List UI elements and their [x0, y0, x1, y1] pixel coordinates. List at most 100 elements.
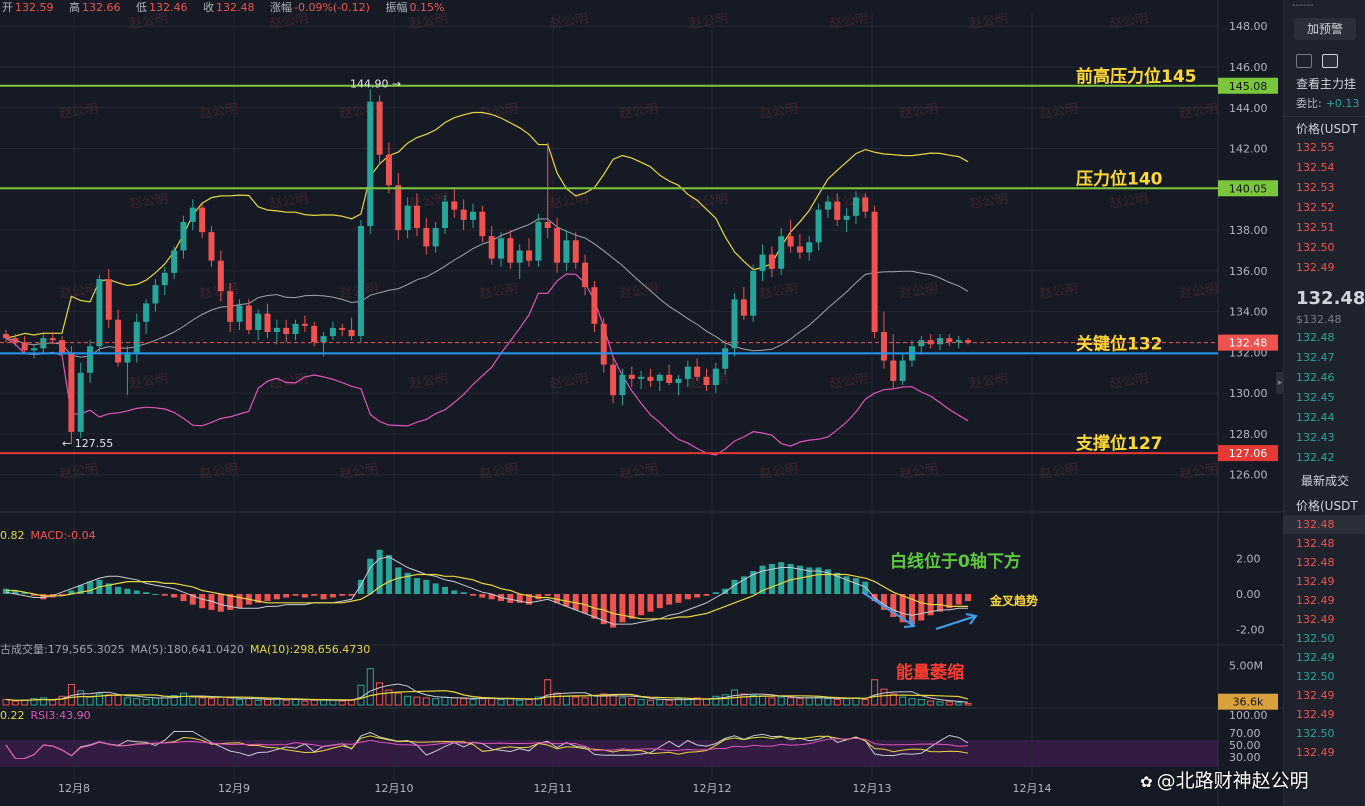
candle-body — [750, 270, 757, 316]
low-value: 132.46 — [149, 1, 188, 14]
candle-body — [3, 334, 9, 339]
y-tick-label: 138.00 — [1229, 224, 1268, 237]
candle-body — [105, 279, 112, 320]
y-tick-label: 130.00 — [1229, 387, 1268, 400]
macd-histogram-bar — [712, 592, 719, 594]
candle-body — [49, 338, 56, 341]
bid-price-row[interactable]: 132.45 — [1284, 388, 1365, 408]
macd-histogram-bar — [591, 594, 598, 619]
bid-price-row[interactable]: 132.48 — [1284, 328, 1365, 348]
candle-body — [516, 250, 523, 263]
candle-body — [619, 374, 626, 396]
candle-body — [937, 338, 943, 345]
high-extreme-label: 144.90 → — [350, 77, 401, 90]
low-extreme-label: ← 127.55 — [62, 437, 113, 450]
macd-histogram-bar — [955, 594, 962, 605]
trade-row: 132.49 — [1296, 575, 1335, 588]
candle-body — [498, 238, 505, 259]
candle-body — [68, 352, 75, 432]
candle-body — [292, 323, 299, 335]
ask-price-row[interactable]: 132.55 — [1284, 138, 1365, 158]
ask-price-row[interactable]: 132.49 — [1284, 258, 1365, 278]
macd-tick-label: -2.00 — [1236, 623, 1264, 636]
candle-body — [395, 185, 402, 231]
ask-price-row[interactable]: 132.51 — [1284, 218, 1365, 238]
candle-body — [143, 303, 150, 322]
candle-body — [703, 376, 710, 385]
rsi-value-a: 0.22 — [0, 709, 25, 722]
candle-body — [339, 327, 346, 330]
bid-price-row[interactable]: 132.42 — [1284, 448, 1365, 468]
price-tag-label: 132.48 — [1229, 337, 1268, 350]
ask-price-row[interactable]: 132.53 — [1284, 178, 1365, 198]
price-tag-label: 145.08 — [1229, 80, 1268, 93]
macd-tick-label: 0.00 — [1236, 588, 1261, 601]
candle-body — [87, 346, 94, 373]
candle-body — [815, 209, 822, 243]
macd-histogram-bar — [395, 567, 402, 594]
ask-price-row[interactable]: 132.52 — [1284, 198, 1365, 218]
trade-row: 132.50 — [1296, 670, 1335, 683]
ask-price-row[interactable]: 132.54 — [1284, 158, 1365, 178]
macd-histogram-bar — [283, 594, 290, 598]
view-depth-link[interactable]: 查看主力挂 — [1284, 76, 1365, 93]
candle-body — [554, 228, 561, 263]
bid-price-row[interactable]: 132.46 — [1284, 368, 1365, 388]
bid-price-row[interactable]: 132.44 — [1284, 408, 1365, 428]
volume-tag-label: 36.6k — [1233, 696, 1264, 709]
macd-histogram-bar — [385, 555, 392, 594]
candle-body — [740, 299, 747, 316]
macd-histogram-bar — [311, 594, 318, 596]
ask-price-row[interactable]: 132.50 — [1284, 238, 1365, 258]
candle-body — [180, 221, 187, 251]
trade-row: 132.48 — [1296, 537, 1335, 550]
candle-body — [824, 201, 831, 210]
candle-body — [432, 228, 439, 247]
macd-annotation: 白线位于0轴下方 — [890, 551, 1021, 572]
candle-body — [582, 262, 589, 288]
macd-histogram-bar — [638, 594, 645, 616]
candle-body — [273, 327, 280, 332]
macd-legend: 0.82 MACD:-0.04 — [0, 529, 102, 542]
candle-body — [507, 238, 514, 263]
candle-body — [628, 374, 635, 379]
candle-body — [759, 254, 766, 271]
macd-histogram-bar — [544, 594, 551, 596]
trade-row: 132.49 — [1296, 594, 1335, 607]
y-tick-label: 144.00 — [1229, 102, 1268, 115]
bid-price-row[interactable]: 132.43 — [1284, 428, 1365, 448]
trade-row: 132.48 — [1284, 515, 1365, 534]
candle-body — [563, 240, 570, 263]
orderbook-layout-selected-icon[interactable] — [1322, 54, 1338, 68]
panel-dashes: ------ — [1292, 0, 1314, 11]
candle-body — [385, 154, 392, 186]
macd-histogram-bar — [133, 590, 140, 594]
platform-logo-icon: ✿ — [1140, 773, 1153, 791]
volume-value: 古成交量:179,565.3025 — [0, 643, 125, 656]
bid-ask-ratio: 委比: +0.13 — [1296, 97, 1360, 110]
bid-price-row[interactable]: 132.47 — [1284, 348, 1365, 368]
recent-trades-title[interactable]: 最新成交 — [1284, 468, 1365, 494]
macd-histogram-bar — [339, 594, 346, 596]
change-value: -0.09%(-0.12) — [294, 1, 370, 14]
add-alert-button[interactable]: 加预警 — [1294, 18, 1356, 40]
x-tick-label: 12月10 — [375, 782, 414, 795]
candle-body — [152, 285, 159, 304]
candle-body — [684, 366, 691, 379]
candle-body — [526, 250, 533, 261]
candle-body — [245, 305, 252, 330]
macd-histogram-bar — [675, 594, 682, 603]
y-tick-label: 146.00 — [1229, 61, 1268, 74]
candle-body — [255, 313, 262, 330]
orderbook-layout-icon[interactable] — [1296, 54, 1312, 68]
macd-histogram-bar — [115, 586, 122, 594]
candle-body — [768, 254, 775, 269]
amplitude-value: 0.15% — [409, 1, 445, 14]
macd-histogram-bar — [124, 588, 131, 594]
candle-body — [638, 376, 645, 379]
chart-canvas[interactable]: 148.00146.00144.00142.00140.00138.00136.… — [0, 0, 1283, 806]
macd-histogram-bar — [301, 594, 308, 598]
macd-histogram-bar — [432, 583, 439, 594]
x-tick-label: 12月14 — [1013, 782, 1052, 795]
macd-histogram-bar — [694, 594, 701, 598]
